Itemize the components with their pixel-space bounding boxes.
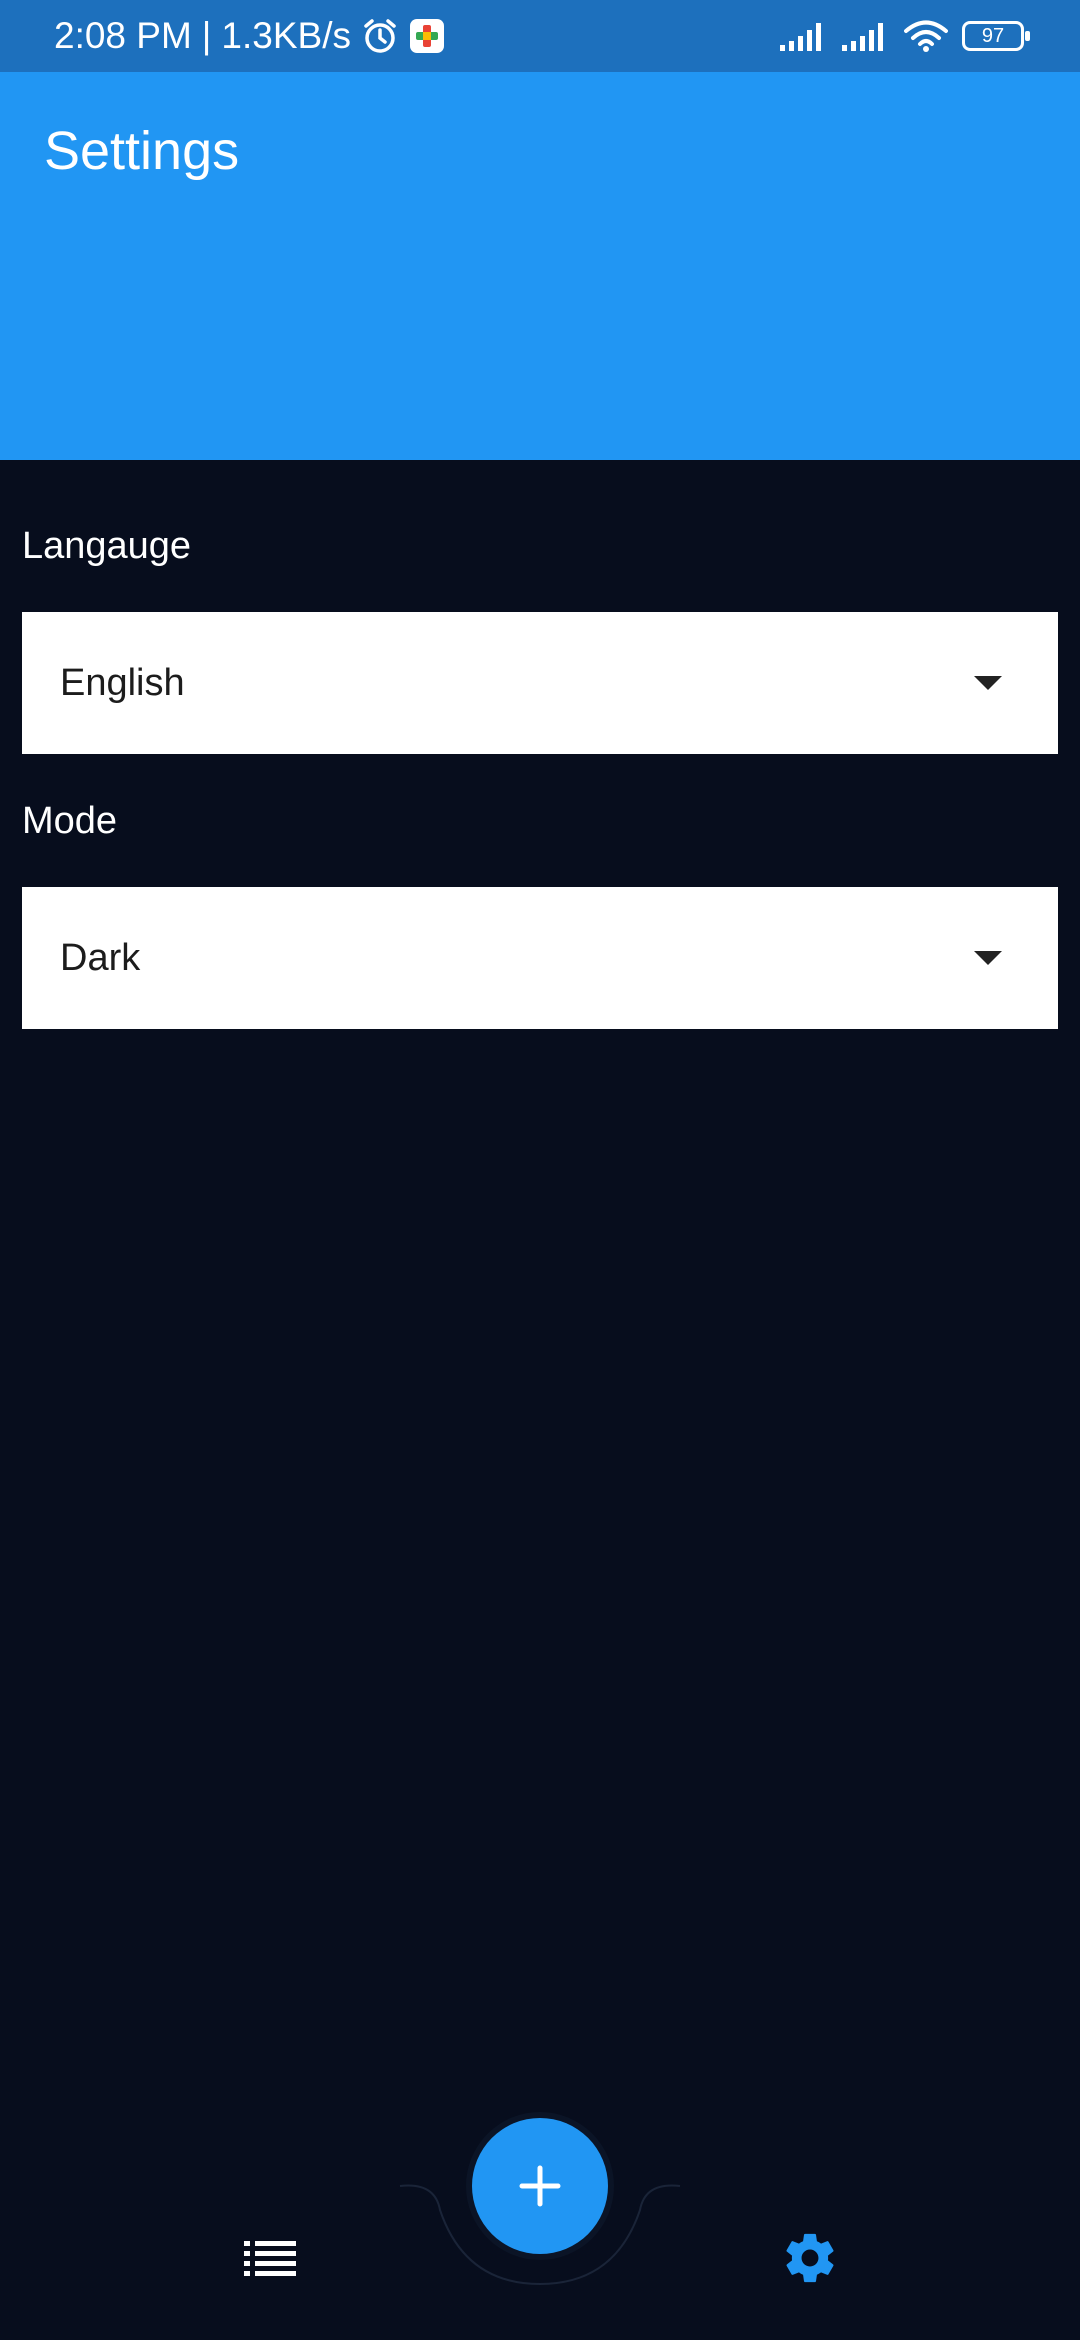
signal-icon <box>842 21 890 51</box>
settings-screen: 2:08 PM | 1.3KB/s 97 Settings Langauge E… <box>0 0 1080 2340</box>
gear-icon <box>786 2233 834 2283</box>
nav-settings-button[interactable] <box>762 2210 858 2306</box>
add-icon <box>519 2165 561 2207</box>
alarm-icon <box>361 17 399 55</box>
caret-down-icon <box>974 951 1002 965</box>
status-separator: | <box>201 15 212 56</box>
mode-selected-value: Dark <box>60 936 141 979</box>
app-notification-icon <box>409 18 445 54</box>
language-selected-value: English <box>60 661 185 704</box>
status-left: 2:08 PM | 1.3KB/s <box>54 15 445 57</box>
page-title: Settings <box>44 121 240 181</box>
nav-list-button[interactable] <box>222 2210 318 2306</box>
status-bar: 2:08 PM | 1.3KB/s 97 <box>0 0 1080 72</box>
list-icon <box>244 2241 296 2276</box>
app-bar: Settings <box>0 72 1080 460</box>
caret-down-icon <box>974 676 1002 690</box>
signal-icon <box>780 21 828 51</box>
network-speed: 1.3KB/s <box>221 15 351 56</box>
status-right: 97 <box>780 20 1030 52</box>
battery-icon: 97 <box>962 21 1030 51</box>
language-label: Langauge <box>22 525 192 567</box>
mode-label: Mode <box>22 800 118 842</box>
language-dropdown[interactable]: English <box>22 612 1058 754</box>
status-time: 2:08 PM <box>54 15 192 56</box>
wifi-icon <box>904 20 948 52</box>
mode-dropdown[interactable]: Dark <box>22 887 1058 1029</box>
add-button[interactable] <box>472 2118 608 2254</box>
